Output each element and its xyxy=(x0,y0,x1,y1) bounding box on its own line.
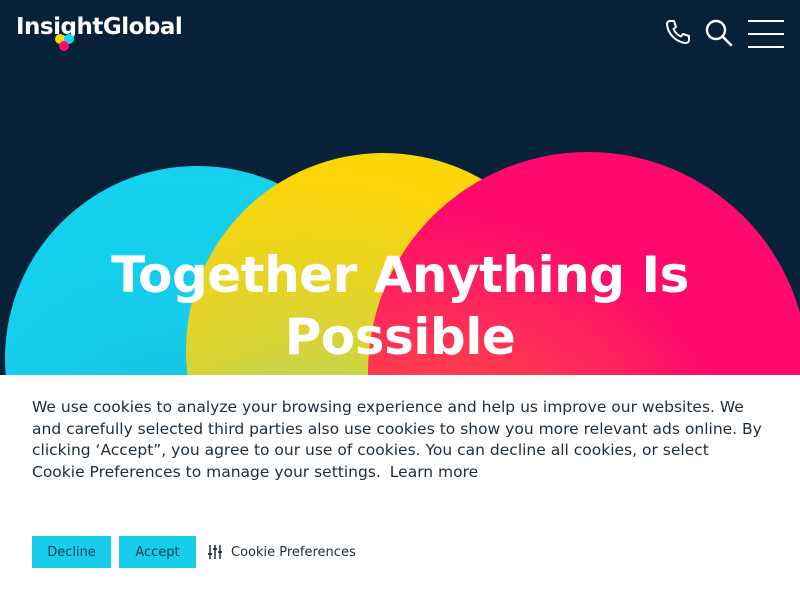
search-icon[interactable] xyxy=(704,18,734,48)
hamburger-menu-icon[interactable] xyxy=(748,20,784,48)
sliders-icon xyxy=(208,545,222,559)
cookie-preferences-label: Cookie Preferences xyxy=(231,544,356,560)
logo-dots-icon xyxy=(54,34,74,54)
accept-button[interactable]: Accept xyxy=(119,536,196,568)
cookie-message: We use cookies to analyze your browsing … xyxy=(32,397,762,483)
cookie-preferences-button[interactable]: Cookie Preferences xyxy=(207,544,356,560)
decline-button[interactable]: Decline xyxy=(32,536,111,568)
cookie-banner: We use cookies to analyze your browsing … xyxy=(0,375,800,600)
hero-headline: Together Anything Is Possible xyxy=(111,246,689,366)
phone-icon[interactable] xyxy=(664,18,694,48)
learn-more-link[interactable]: Learn more xyxy=(390,463,478,481)
hero-section: InsightGlobal Together Anything Is Possi… xyxy=(0,0,800,375)
insight-global-logo[interactable]: InsightGlobal xyxy=(16,12,183,54)
logo-text: InsightGlobal xyxy=(16,14,183,40)
